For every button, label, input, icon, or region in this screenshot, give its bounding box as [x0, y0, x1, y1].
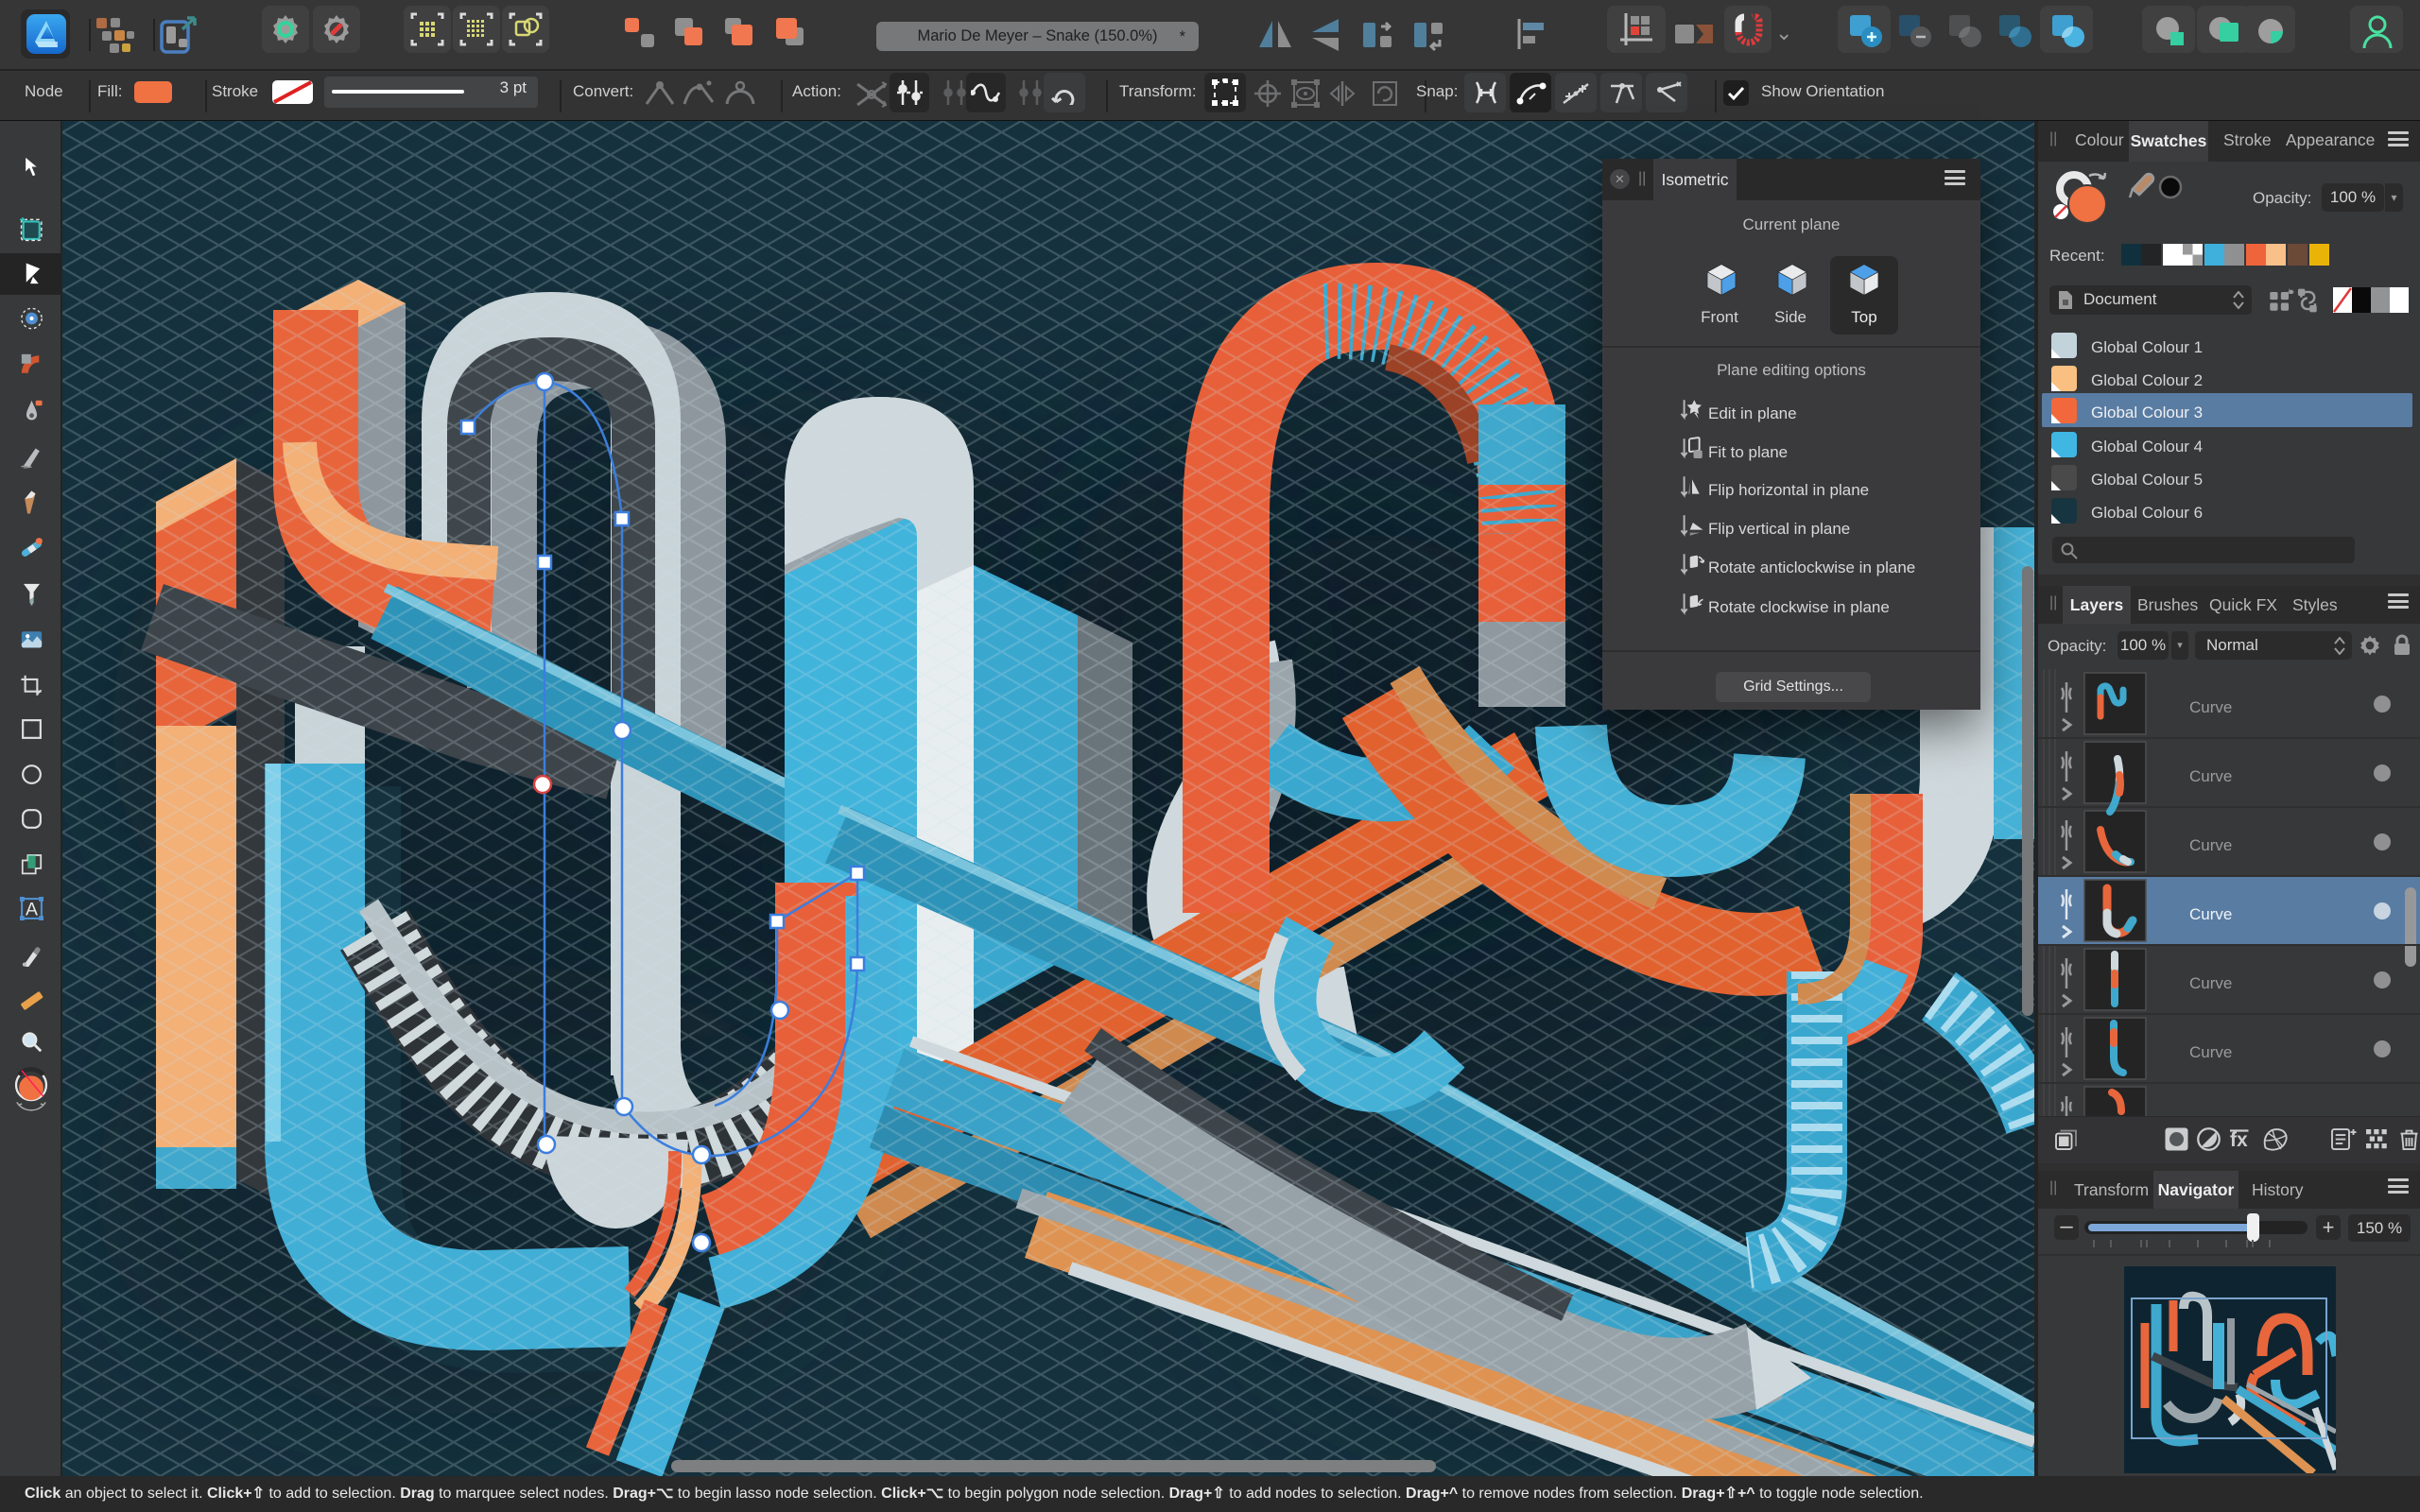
svg-text:Curve: Curve — [2189, 836, 2232, 854]
svg-text:Curve: Curve — [2189, 974, 2232, 992]
svg-text:Curve: Curve — [2189, 905, 2232, 923]
svg-text:A: A — [26, 899, 38, 919]
svg-text:Curve: Curve — [2189, 698, 2232, 716]
svg-text:fx: fx — [2230, 1129, 2248, 1151]
svg-text:Curve: Curve — [2189, 1043, 2232, 1061]
svg-text:Curve: Curve — [2189, 767, 2232, 785]
